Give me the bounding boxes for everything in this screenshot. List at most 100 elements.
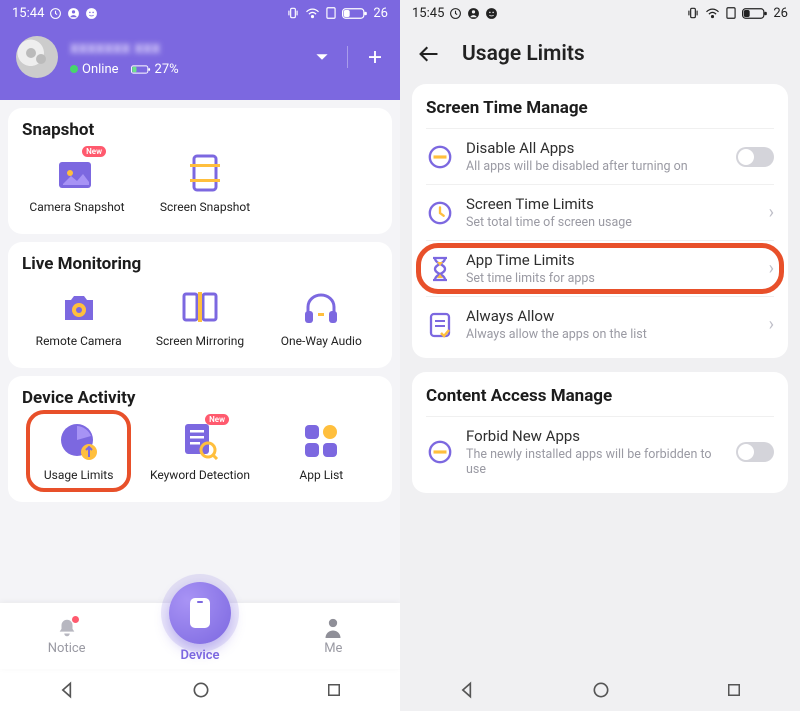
nav-home-icon[interactable]: [191, 680, 211, 700]
bell-icon: [56, 617, 78, 639]
nav-recent-icon[interactable]: [325, 681, 343, 699]
nav-device[interactable]: Device: [150, 610, 250, 663]
new-badge: New: [82, 146, 106, 157]
nav-label: Notice: [48, 641, 86, 656]
screen-snapshot-icon: [184, 152, 226, 194]
one-way-audio-item[interactable]: One-Way Audio: [265, 282, 378, 352]
keyword-detection-item[interactable]: New Keyword Detection: [143, 416, 256, 486]
nav-me[interactable]: Me: [283, 617, 383, 656]
screen-mirroring-item[interactable]: Screen Mirroring: [143, 282, 256, 352]
content-access-card: Content Access Manage Forbid New Apps Th…: [412, 372, 788, 493]
screen-time-limits-row[interactable]: Screen Time Limits Set total time of scr…: [426, 184, 774, 240]
status-time: 15:44: [12, 6, 44, 21]
item-label: Keyword Detection: [150, 468, 250, 482]
item-label: App List: [299, 468, 343, 482]
snapshot-card: Snapshot New Camera Snapshot Screen Snap…: [8, 108, 392, 234]
online-status: Online: [70, 62, 119, 77]
hourglass-icon: [426, 255, 454, 283]
screen-time-card: Screen Time Manage Disable All Apps All …: [412, 84, 788, 358]
battery-small-icon: [131, 64, 151, 75]
android-nav-bar: [400, 669, 800, 711]
wifi-icon: [705, 7, 720, 19]
app-list-icon: [300, 420, 342, 462]
new-badge: New: [205, 414, 229, 425]
device-battery: 27%: [131, 62, 179, 77]
avatar[interactable]: [16, 36, 58, 78]
user-icon: [467, 7, 480, 20]
dropdown-icon[interactable]: [315, 52, 329, 62]
live-monitoring-card: Live Monitoring Remote Camera Screen Mir…: [8, 242, 392, 368]
always-allow-row[interactable]: Always Allow Always allow the apps on th…: [426, 296, 774, 352]
row-title: Always Allow: [466, 307, 757, 325]
battery-icon: [342, 7, 368, 20]
item-label: Camera Snapshot: [29, 200, 124, 214]
item-label: One-Way Audio: [281, 334, 362, 348]
status-bar: 15:44 26: [0, 0, 400, 26]
device-center-button[interactable]: [169, 582, 231, 644]
mirror-icon: [179, 286, 221, 328]
nav-home-icon[interactable]: [591, 680, 611, 700]
nav-label: Device: [180, 648, 219, 663]
chevron-right-icon: ›: [769, 314, 774, 335]
vibrate-icon: [686, 6, 700, 20]
profile-header: xxxxxxx xxx Online 27%: [0, 26, 400, 100]
item-label: Screen Mirroring: [156, 334, 244, 348]
row-title: Disable All Apps: [466, 139, 724, 157]
bottom-nav: Notice Device Me: [0, 603, 400, 669]
toggle-switch[interactable]: [736, 442, 774, 462]
item-label: Usage Limits: [44, 468, 114, 482]
app-list-item[interactable]: App List: [265, 416, 378, 486]
right-body: Screen Time Manage Disable All Apps All …: [400, 84, 800, 669]
vibrate-icon: [286, 6, 300, 20]
row-subtitle: Set time limits for apps: [466, 271, 757, 286]
camera-icon: [58, 286, 100, 328]
clock-icon: [426, 199, 454, 227]
camera-snapshot-item[interactable]: New Camera Snapshot: [22, 148, 132, 218]
sim-icon: [725, 6, 737, 20]
disable-all-apps-row[interactable]: Disable All Apps All apps will be disabl…: [426, 128, 774, 184]
section-title: Live Monitoring: [22, 254, 378, 274]
nav-recent-icon[interactable]: [725, 681, 743, 699]
chevron-right-icon: ›: [769, 202, 774, 223]
list-check-icon: [426, 311, 454, 339]
nav-back-icon[interactable]: [457, 680, 477, 700]
chevron-right-icon: ›: [769, 258, 774, 279]
sim-icon: [325, 6, 337, 20]
nav-back-icon[interactable]: [57, 680, 77, 700]
main-body: Snapshot New Camera Snapshot Screen Snap…: [0, 100, 400, 603]
device-activity-card: Device Activity Usage Limits New Keyword…: [8, 376, 392, 502]
battery-pct: 26: [373, 6, 388, 21]
toggle-switch[interactable]: [736, 147, 774, 167]
android-nav-bar: [0, 669, 400, 711]
divider: [347, 46, 348, 68]
usage-limits-icon: [58, 420, 100, 462]
no-entry-icon: [426, 143, 454, 171]
section-title: Snapshot: [22, 120, 378, 140]
sync-icon: [449, 7, 462, 20]
app-time-limits-row[interactable]: App Time Limits Set time limits for apps…: [426, 240, 774, 296]
battery-icon: [742, 7, 768, 20]
phone-left: 15:44 26: [0, 0, 400, 711]
add-button[interactable]: [366, 48, 384, 66]
phone-icon: [188, 596, 212, 630]
wifi-icon: [305, 7, 320, 19]
nav-notice[interactable]: Notice: [17, 617, 117, 656]
row-subtitle: The newly installed apps will be forbidd…: [466, 447, 724, 477]
remote-camera-item[interactable]: Remote Camera: [22, 282, 135, 352]
person-icon: [323, 617, 343, 639]
row-subtitle: Always allow the apps on the list: [466, 327, 757, 342]
usage-limits-item[interactable]: Usage Limits: [22, 416, 135, 486]
item-label: Remote Camera: [36, 334, 122, 348]
status-bar: 15:45 26: [400, 0, 800, 26]
row-subtitle: All apps will be disabled after turning …: [466, 159, 724, 174]
row-title: App Time Limits: [466, 251, 757, 269]
screen-snapshot-item[interactable]: Screen Snapshot: [150, 148, 260, 218]
section-title: Screen Time Manage: [426, 98, 774, 118]
status-time: 15:45: [412, 6, 444, 21]
phone-right: 15:45 26 Usage Limits Screen Time Manage: [400, 0, 800, 711]
user-icon: [67, 7, 80, 20]
back-button[interactable]: [418, 45, 440, 63]
username: xxxxxxx xxx: [70, 38, 315, 58]
face-icon: [485, 7, 498, 20]
forbid-new-apps-row[interactable]: Forbid New Apps The newly installed apps…: [426, 416, 774, 487]
